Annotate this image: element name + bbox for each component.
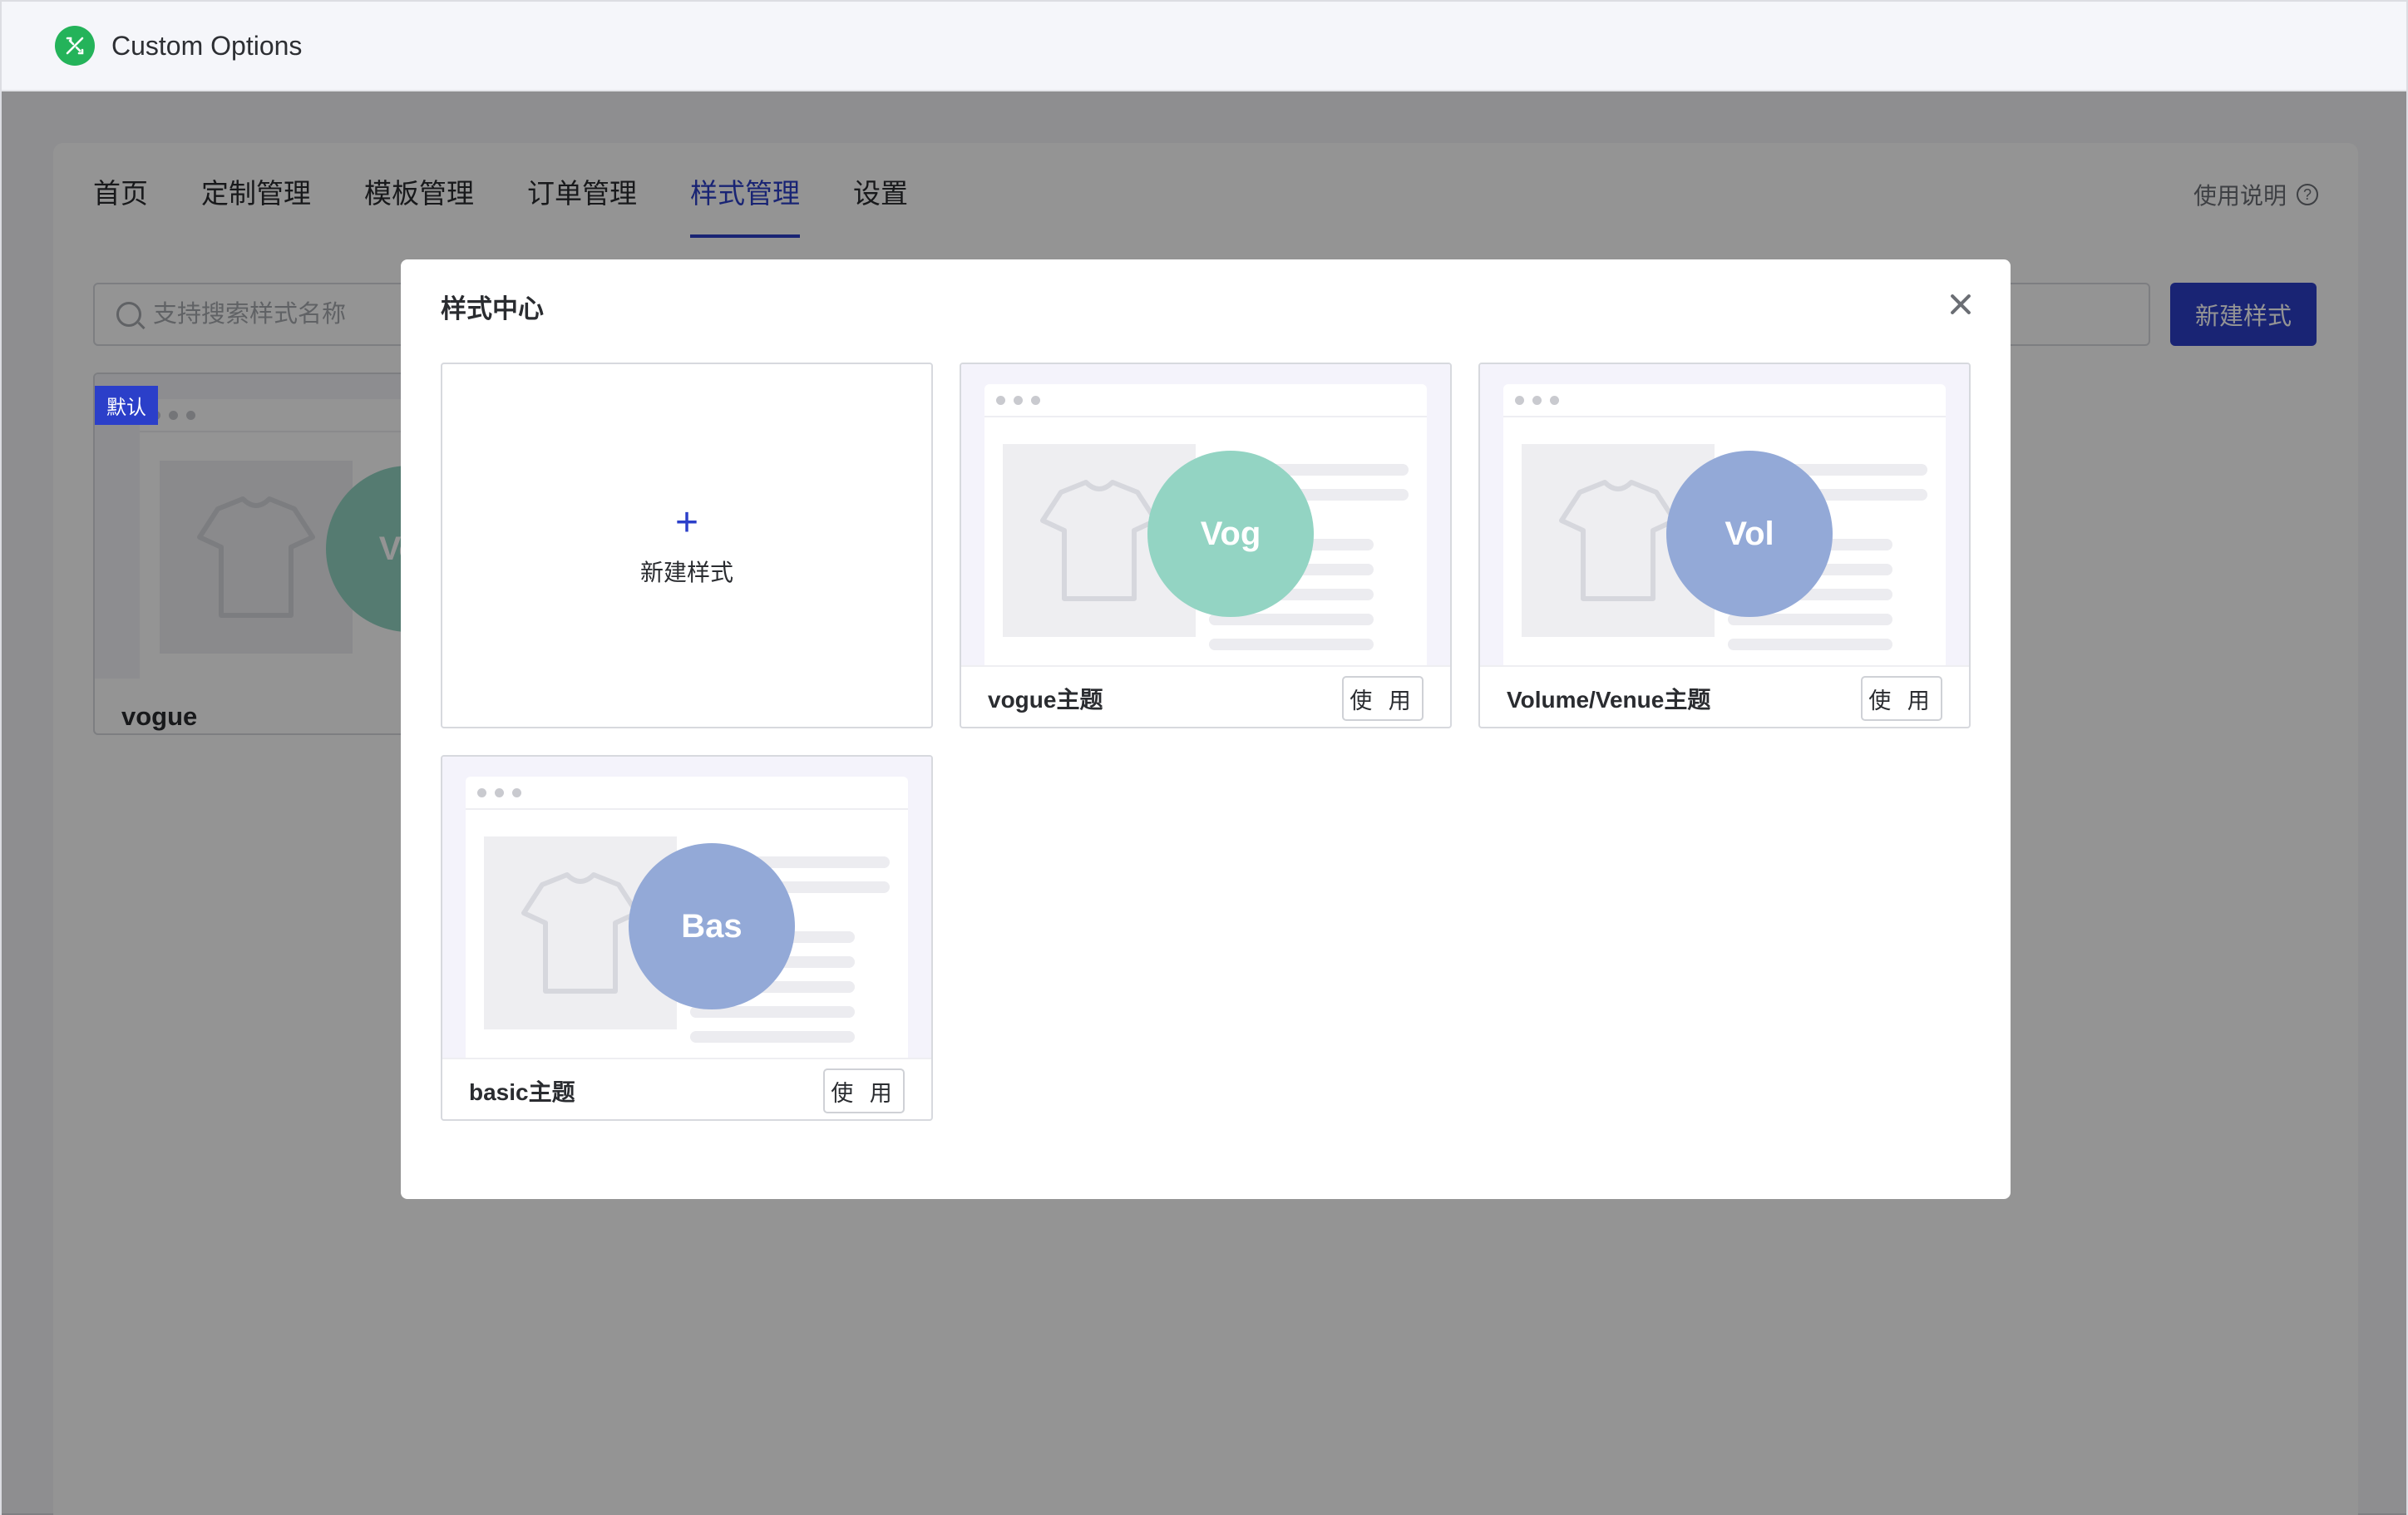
plus-icon: + bbox=[674, 501, 699, 545]
template-preview: Vog bbox=[961, 364, 1450, 665]
new-style-label: 新建样式 bbox=[639, 560, 733, 585]
window-dot bbox=[1550, 395, 1559, 405]
browser-bar bbox=[466, 777, 908, 810]
top-bar: Custom Options bbox=[2, 2, 2406, 91]
app-window: Custom Options 首页 定制管理 模板管理 订单管理 样式管理 设置… bbox=[0, 0, 2408, 1515]
browser-bar bbox=[984, 384, 1427, 417]
template-footer: basic主题 使 用 bbox=[442, 1058, 931, 1119]
dialog-title: 样式中心 bbox=[441, 294, 544, 323]
window-dot bbox=[1515, 395, 1524, 405]
app-title: Custom Options bbox=[111, 30, 303, 61]
window-dot bbox=[1031, 395, 1040, 405]
window-dot bbox=[512, 787, 521, 797]
browser-mock: Vol bbox=[1503, 384, 1946, 665]
template-footer: Volume/Venue主题 使 用 bbox=[1480, 665, 1969, 727]
style-center-dialog: 样式中心 + 新建样式 Vog vogue主题 使 用 Vol Volume/V… bbox=[401, 259, 2011, 1199]
template-name: vogue主题 bbox=[988, 687, 1103, 713]
window-dot bbox=[495, 787, 504, 797]
new-style-tile[interactable]: + 新建样式 bbox=[441, 363, 933, 728]
window-dot bbox=[1014, 395, 1023, 405]
template-avatar: Bas bbox=[629, 843, 795, 1009]
browser-mock: Bas bbox=[466, 777, 908, 1058]
browser-bar bbox=[1503, 384, 1946, 417]
template-preview: Bas bbox=[442, 757, 931, 1058]
template-card-basic: Bas basic主题 使 用 bbox=[441, 755, 933, 1121]
puzzle-tools-icon bbox=[55, 26, 95, 66]
default-badge: 默认 bbox=[95, 386, 158, 425]
use-template-button[interactable]: 使 用 bbox=[823, 1068, 905, 1113]
template-name: basic主题 bbox=[469, 1079, 575, 1105]
template-avatar: Vol bbox=[1666, 451, 1833, 617]
template-avatar: Vog bbox=[1147, 451, 1314, 617]
window-dot bbox=[996, 395, 1005, 405]
text-line bbox=[1728, 639, 1892, 650]
use-template-button[interactable]: 使 用 bbox=[1342, 676, 1424, 721]
template-name: Volume/Venue主题 bbox=[1507, 687, 1711, 713]
template-card-vogue: Vog vogue主题 使 用 bbox=[960, 363, 1452, 728]
use-template-button[interactable]: 使 用 bbox=[1861, 676, 1942, 721]
browser-mock: Vog bbox=[984, 384, 1427, 665]
template-footer: vogue主题 使 用 bbox=[961, 665, 1450, 727]
window-dot bbox=[1532, 395, 1542, 405]
text-line bbox=[1209, 639, 1374, 650]
close-icon[interactable] bbox=[1944, 288, 1977, 321]
template-preview: Vol bbox=[1480, 364, 1969, 665]
window-dot bbox=[477, 787, 486, 797]
template-card-volume-venue: Vol Volume/Venue主题 使 用 bbox=[1478, 363, 1971, 728]
text-line bbox=[690, 1031, 855, 1043]
